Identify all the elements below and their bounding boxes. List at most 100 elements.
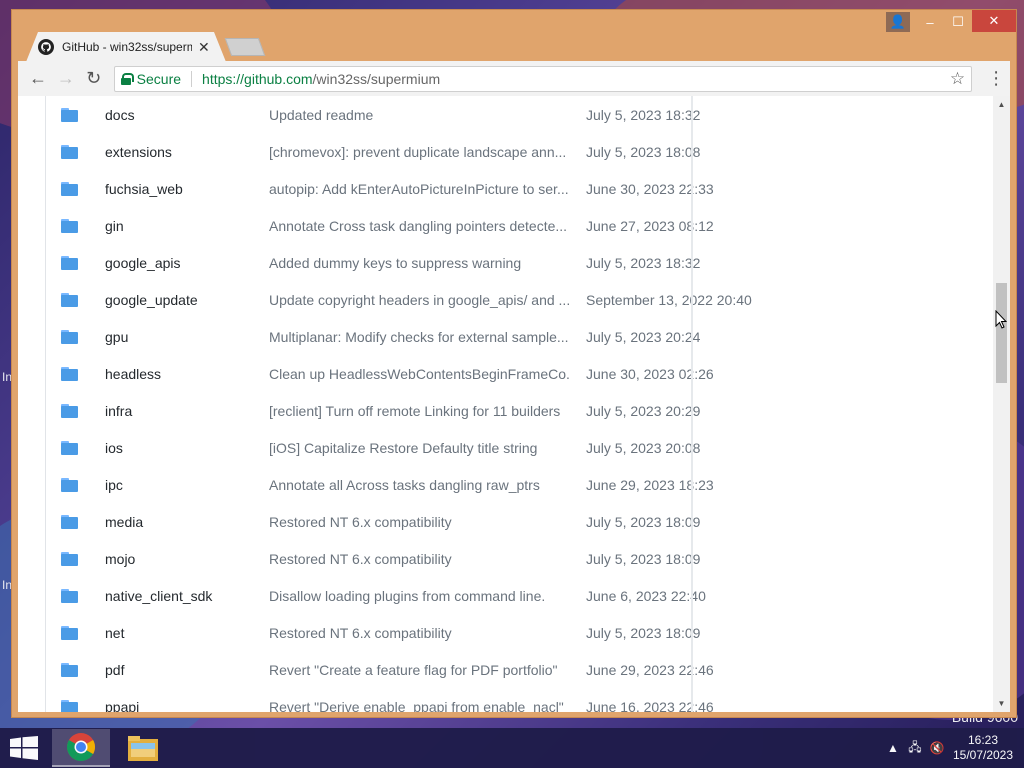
github-icon — [38, 39, 54, 55]
vertical-scrollbar[interactable]: ▲ ▼ — [993, 96, 1010, 712]
file-explorer-icon — [128, 736, 158, 761]
file-row[interactable]: pdf Revert "Create a feature flag for PDF… — [46, 651, 714, 688]
file-row[interactable]: gpu Multiplanar: Modify checks for extern… — [46, 318, 700, 355]
commit-date: July 5, 2023 18:09 — [586, 624, 701, 641]
volume-muted-icon[interactable]: 🔇 — [926, 741, 948, 755]
chrome-icon — [67, 733, 95, 761]
commit-message-link[interactable]: [reclient] Turn off remote Linking for 1… — [269, 403, 569, 419]
file-name-link[interactable]: infra — [105, 403, 132, 419]
file-name-link[interactable]: gin — [105, 218, 124, 234]
scroll-down-icon[interactable]: ▼ — [993, 695, 1010, 712]
file-row[interactable]: mojo Restored NT 6.x compatibility July 5,… — [46, 540, 700, 577]
commit-message-link[interactable]: [chromevox]: prevent duplicate landscape… — [269, 144, 569, 160]
folder-icon — [61, 552, 78, 566]
reload-button[interactable]: ↻ — [80, 65, 108, 93]
file-name-link[interactable]: mojo — [105, 551, 135, 567]
folder-icon — [61, 663, 78, 677]
file-name-link[interactable]: gpu — [105, 329, 128, 345]
file-row[interactable]: docs Updated readme July 5, 2023 18:32 — [46, 96, 700, 133]
file-row[interactable]: google_update Update copyright headers in… — [46, 281, 752, 318]
forward-button[interactable]: → — [52, 65, 80, 93]
taskbar: ▲ 🖧 🔇 16:23 15/07/2023 — [0, 728, 1024, 768]
close-icon[interactable]: ✕ — [198, 39, 210, 56]
scroll-up-icon[interactable]: ▲ — [993, 96, 1010, 113]
folder-icon — [61, 182, 78, 196]
mouse-cursor-icon — [995, 310, 1007, 329]
clock-date: 15/07/2023 — [952, 748, 1014, 762]
commit-message-link[interactable]: Disallow loading plugins from command li… — [269, 588, 569, 604]
commit-message-link[interactable]: Multiplanar: Modify checks for external … — [269, 329, 569, 345]
file-row[interactable]: ios [iOS] Capitalize Restore Defaulty tit… — [46, 429, 700, 466]
file-name-link[interactable]: native_client_sdk — [105, 588, 212, 604]
file-row[interactable]: ipc Annotate all Across tasks dangling ra… — [46, 466, 714, 503]
commit-message-link[interactable]: Revert "Derive enable_ppapi from enable_… — [269, 699, 569, 713]
commit-date: June 30, 2023 02:26 — [586, 365, 714, 382]
commit-date: June 16, 2023 22:46 — [586, 698, 714, 713]
bookmark-star-icon[interactable]: ☆ — [950, 69, 965, 89]
folder-icon — [61, 478, 78, 492]
commit-date: July 5, 2023 20:08 — [586, 439, 701, 456]
back-button[interactable]: ← — [24, 65, 52, 93]
file-name-link[interactable]: net — [105, 625, 124, 641]
file-row[interactable]: net Restored NT 6.x compatibility July 5, … — [46, 614, 700, 651]
file-row[interactable]: infra [reclient] Turn off remote Linking … — [46, 392, 700, 429]
file-name-link[interactable]: pdf — [105, 662, 124, 678]
chrome-menu-button[interactable]: ⋮ — [982, 65, 1010, 93]
file-row[interactable]: media Restored NT 6.x compatibility July 5… — [46, 503, 700, 540]
commit-message-link[interactable]: Restored NT 6.x compatibility — [269, 514, 569, 530]
file-name-link[interactable]: ios — [105, 440, 123, 456]
page-content: docs Updated readme July 5, 2023 18:32 exte… — [18, 96, 1010, 712]
commit-date: July 5, 2023 18:08 — [586, 143, 701, 160]
file-row[interactable]: headless Clean up HeadlessWebContentsBegi… — [46, 355, 714, 392]
commit-message-link[interactable]: Clean up HeadlessWebContentsBeginFrameCo… — [269, 366, 569, 382]
file-name-link[interactable]: media — [105, 514, 143, 530]
network-icon[interactable]: 🖧 — [904, 738, 926, 759]
new-tab-button[interactable] — [224, 38, 266, 56]
file-row[interactable]: ppapi Revert "Derive enable_ppapi from en… — [46, 688, 714, 713]
folder-icon — [61, 293, 78, 307]
commit-message-link[interactable]: Annotate all Across tasks dangling raw_p… — [269, 477, 569, 493]
taskbar-explorer-button[interactable] — [114, 729, 172, 767]
folder-icon — [61, 441, 78, 455]
file-name-link[interactable]: extensions — [105, 144, 172, 160]
file-name-link[interactable]: fuchsia_web — [105, 181, 183, 197]
commit-message-link[interactable]: [iOS] Capitalize Restore Defaulty title … — [269, 440, 569, 456]
commit-message-link[interactable]: Updated readme — [269, 107, 569, 123]
commit-message-link[interactable]: Update copyright headers in google_apis/… — [269, 292, 569, 308]
commit-message-link[interactable]: Annotate Cross task dangling pointers de… — [269, 218, 569, 234]
file-name-link[interactable]: docs — [105, 107, 135, 123]
commit-message-link[interactable]: Restored NT 6.x compatibility — [269, 551, 569, 567]
commit-date: July 5, 2023 18:32 — [586, 254, 701, 271]
close-window-button[interactable]: ✕ — [972, 10, 1016, 32]
address-bar[interactable]: Secure https://github.com /win32ss/super… — [113, 65, 973, 92]
file-name-link[interactable]: headless — [105, 366, 161, 382]
file-name-link[interactable]: ipc — [105, 477, 123, 493]
file-name-link[interactable]: ppapi — [105, 699, 139, 713]
taskbar-clock[interactable]: 16:23 15/07/2023 — [948, 733, 1018, 763]
scrollbar-thumb[interactable] — [996, 283, 1007, 383]
file-name-link[interactable]: google_apis — [105, 255, 181, 271]
folder-icon — [61, 515, 78, 529]
file-row[interactable]: gin Annotate Cross task dangling pointers… — [46, 207, 714, 244]
file-row[interactable]: extensions [chromevox]: prevent duplicate… — [46, 133, 700, 170]
folder-icon — [61, 626, 78, 640]
windows-start-icon[interactable] — [10, 736, 38, 760]
folder-icon — [61, 404, 78, 418]
file-row[interactable]: google_apis Added dummy keys to suppress … — [46, 244, 700, 281]
commit-message-link[interactable]: autopip: Add kEnterAutoPictureInPicture … — [269, 181, 569, 197]
file-row[interactable]: native_client_sdk Disallow loading plugin… — [46, 577, 706, 614]
file-row[interactable]: fuchsia_web autopip: Add kEnterAutoPictur… — [46, 170, 714, 207]
folder-icon — [61, 108, 78, 122]
taskbar-chrome-button[interactable] — [52, 729, 110, 767]
commit-message-link[interactable]: Added dummy keys to suppress warning — [269, 255, 569, 271]
show-hidden-icons-icon[interactable]: ▲ — [882, 741, 904, 755]
commit-message-link[interactable]: Restored NT 6.x compatibility — [269, 625, 569, 641]
file-name-link[interactable]: google_update — [105, 292, 198, 308]
commit-message-link[interactable]: Revert "Create a feature flag for PDF po… — [269, 662, 569, 678]
tab-github-supermium[interactable]: GitHub - win32ss/supermium ✕ — [26, 32, 226, 62]
folder-icon — [61, 700, 78, 712]
folder-icon — [61, 145, 78, 159]
commit-date: June 29, 2023 18:23 — [586, 476, 714, 493]
system-tray: ▲ 🖧 🔇 16:23 15/07/2023 — [882, 728, 1024, 768]
profile-button[interactable]: 👤 — [886, 12, 910, 32]
